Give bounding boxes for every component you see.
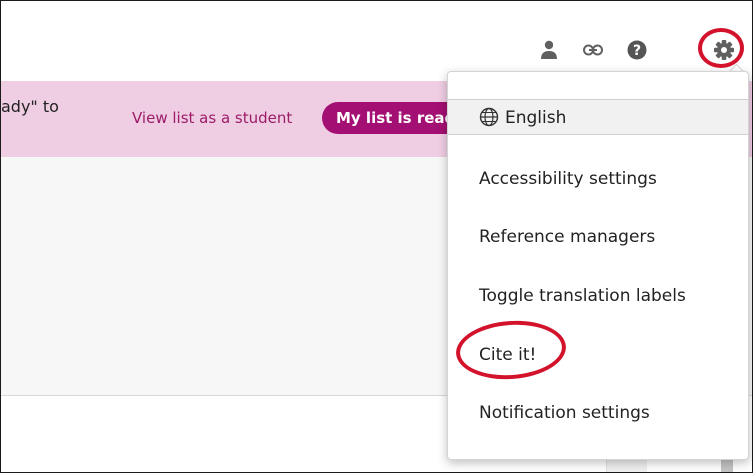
view-as-student-link[interactable]: View list as a student	[132, 109, 292, 127]
globe-icon	[479, 107, 499, 127]
language-label: English	[505, 108, 567, 128]
user-icon[interactable]	[536, 37, 562, 63]
svg-text:?: ?	[633, 43, 641, 59]
menu-item-reference-managers[interactable]: Reference managers	[448, 227, 748, 247]
menu-item-notification-settings[interactable]: Notification settings	[448, 403, 748, 423]
banner-message: ady" to	[1, 97, 59, 116]
top-toolbar: ?	[1, 1, 752, 81]
settings-menu: English Accessibility settings Reference…	[447, 71, 749, 460]
menu-item-toggle-translation-labels[interactable]: Toggle translation labels	[448, 286, 748, 306]
language-selector[interactable]: English	[448, 99, 748, 135]
annotation-circle-gear	[698, 28, 744, 68]
link-icon[interactable]	[580, 37, 606, 63]
menu-item-accessibility-settings[interactable]: Accessibility settings	[448, 169, 748, 189]
help-icon[interactable]: ?	[624, 37, 650, 63]
